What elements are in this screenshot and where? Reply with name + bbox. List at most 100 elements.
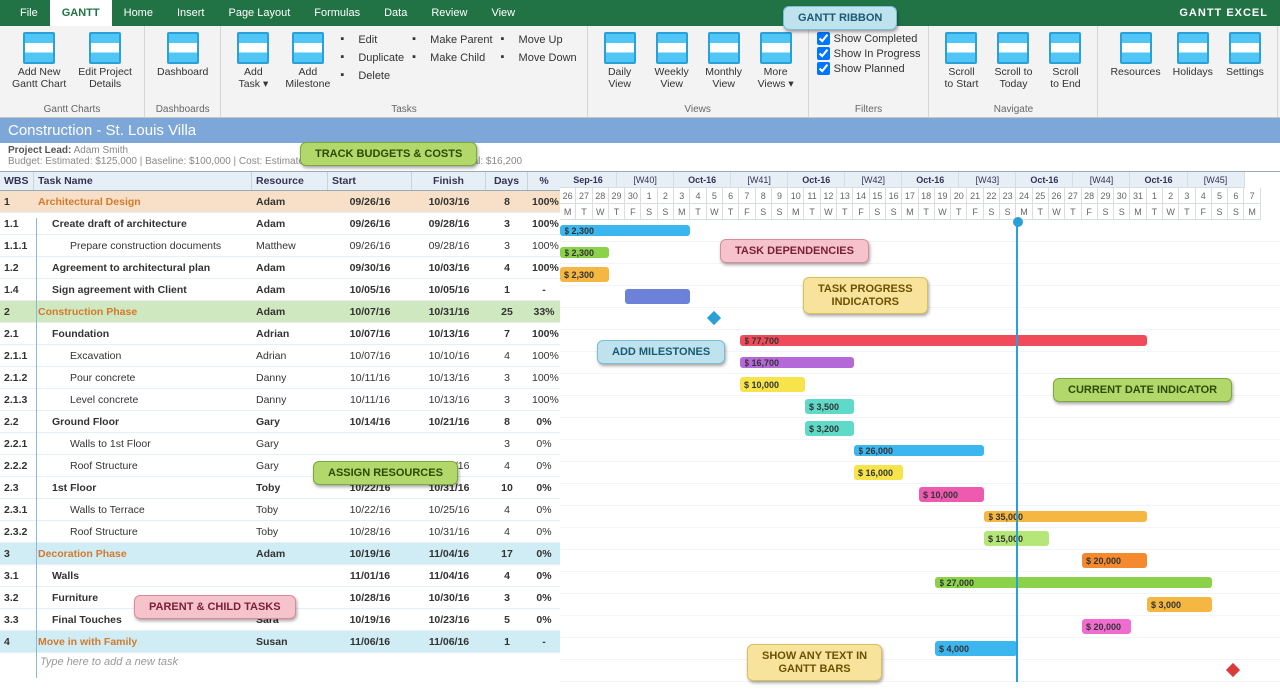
filter-show-planned[interactable]: Show Planned <box>817 62 921 75</box>
gantt-bar[interactable]: $ 16,700 <box>740 357 854 368</box>
task-row[interactable]: 3Decoration PhaseAdam10/19/1611/04/16170… <box>0 543 560 565</box>
task-name: Walls to 1st Floor <box>34 438 252 450</box>
milestone-diamond[interactable] <box>707 311 721 325</box>
gantt-bar[interactable]: $ 20,000 <box>1082 553 1147 568</box>
gantt-bar[interactable]: $ 77,700 <box>740 335 1147 346</box>
task-row[interactable]: 2.1FoundationAdrian10/07/1610/13/167100% <box>0 323 560 345</box>
task-row[interactable]: 2.3.2Roof StructureToby10/28/1610/31/164… <box>0 521 560 543</box>
task-resource: Adam <box>252 548 328 560</box>
gantt-bar[interactable]: $ 10,000 <box>740 377 805 392</box>
gantt-bar[interactable]: $ 2,300 <box>560 247 609 258</box>
task-pct: 100% <box>528 350 560 362</box>
ribbon-scroll-to-end[interactable]: Scrollto End <box>1041 30 1089 92</box>
col-task-name[interactable]: Task Name <box>34 172 252 190</box>
task-row[interactable]: 2Construction PhaseAdam10/07/1610/31/162… <box>0 301 560 323</box>
task-start: 10/05/16 <box>328 284 412 296</box>
task-row[interactable]: 3.1Walls11/01/1611/04/1640% <box>0 565 560 587</box>
col-start[interactable]: Start <box>328 172 412 190</box>
ribbon-dashboard[interactable]: Dashboard <box>153 30 212 80</box>
menu-formulas[interactable]: Formulas <box>302 0 372 26</box>
ribbon-scroll-to-today[interactable]: Scroll toToday <box>989 30 1037 92</box>
gantt-bar[interactable]: $ 27,000 <box>935 577 1212 588</box>
ribbon-daily-view[interactable]: DailyView <box>596 30 644 92</box>
task-row[interactable]: 1Architectural DesignAdam09/26/1610/03/1… <box>0 191 560 213</box>
menu-home[interactable]: Home <box>112 0 165 26</box>
task-row[interactable]: 2.1.1ExcavationAdrian10/07/1610/10/16410… <box>0 345 560 367</box>
task-row[interactable]: 1.1.1Prepare construction documentsMatth… <box>0 235 560 257</box>
menu-page layout[interactable]: Page Layout <box>216 0 302 26</box>
menu-data[interactable]: Data <box>372 0 419 26</box>
gantt-bar[interactable]: $ 3,500 <box>805 399 854 414</box>
task-resource: Adam <box>252 284 328 296</box>
menu-review[interactable]: Review <box>419 0 479 26</box>
task-row[interactable]: 2.31st FloorToby10/22/1610/31/16100% <box>0 477 560 499</box>
task-row[interactable]: 1.1Create draft of architectureAdam09/26… <box>0 213 560 235</box>
filter-show-completed[interactable]: Show Completed <box>817 32 921 45</box>
task-row[interactable]: 2.1.2Pour concreteDanny10/11/1610/13/163… <box>0 367 560 389</box>
task-row[interactable]: 1.4Sign agreement with ClientAdam10/05/1… <box>0 279 560 301</box>
task-resource: Toby <box>252 482 328 494</box>
ribbon-more-views-▾[interactable]: MoreViews ▾ <box>752 30 800 92</box>
col-wbs[interactable]: WBS <box>0 172 34 190</box>
gantt-bar[interactable]: $ 20,000 <box>1082 619 1131 634</box>
task-name: Prepare construction documents <box>34 240 252 252</box>
task-row[interactable]: 2.2.2Roof StructureGary10/18/1610/21/164… <box>0 455 560 477</box>
ribbon-add-task-▾[interactable]: AddTask ▾ <box>229 30 277 92</box>
ribbon-scroll-to-start[interactable]: Scrollto Start <box>937 30 985 92</box>
milestone-diamond[interactable] <box>1226 663 1240 677</box>
gantt-bar[interactable]: $ 26,000 <box>854 445 984 456</box>
task-row[interactable]: 2.2.1Walls to 1st FloorGary30% <box>0 433 560 455</box>
ribbon-delete[interactable]: ▪Delete <box>338 68 406 84</box>
task-row[interactable]: 2.2Ground FloorGary10/14/1610/21/1680% <box>0 411 560 433</box>
task-pct: 100% <box>528 218 560 230</box>
menu-file[interactable]: File <box>8 0 50 26</box>
ribbon-holidays[interactable]: Holidays <box>1169 30 1217 80</box>
gantt-bar[interactable]: $ 2,300 <box>560 225 690 236</box>
task-row[interactable]: 2.3.1Walls to TerraceToby10/22/1610/25/1… <box>0 499 560 521</box>
task-pct: 0% <box>528 526 560 538</box>
task-row[interactable]: 1.2Agreement to architectural planAdam09… <box>0 257 560 279</box>
ribbon-monthly-view[interactable]: MonthlyView <box>700 30 748 92</box>
gantt-bar[interactable]: $ 3,000 <box>1147 597 1212 612</box>
button-icon <box>760 32 792 64</box>
ribbon-make-child[interactable]: ▪Make Child <box>410 50 494 66</box>
ribbon-edit-project-details[interactable]: Edit ProjectDetails <box>74 30 136 92</box>
col-resource[interactable]: Resource <box>252 172 328 190</box>
col-%[interactable]: % <box>528 172 560 190</box>
filter-show-in-progress[interactable]: Show In Progress <box>817 47 921 60</box>
ribbon-edit[interactable]: ▪Edit <box>338 32 406 48</box>
task-resource: Toby <box>252 526 328 538</box>
ribbon: Add NewGantt ChartEdit ProjectDetailsGan… <box>0 26 1280 118</box>
task-row[interactable]: 2.1.3Level concreteDanny10/11/1610/13/16… <box>0 389 560 411</box>
ribbon-settings[interactable]: Settings <box>1221 30 1269 80</box>
ribbon-resources[interactable]: Resources <box>1106 30 1164 80</box>
col-days[interactable]: Days <box>486 172 528 190</box>
gantt-bar[interactable]: $ 10,000 <box>919 487 984 502</box>
col-finish[interactable]: Finish <box>412 172 486 190</box>
ribbon-move-down[interactable]: ▪Move Down <box>499 50 579 66</box>
task-row[interactable]: 3.2Furniture10/28/1610/30/1630% <box>0 587 560 609</box>
ribbon-add-milestone[interactable]: AddMilestone <box>281 30 334 92</box>
gantt-bar[interactable]: $ 16,000 <box>854 465 903 480</box>
gantt-bar[interactable]: $ 4,000 <box>935 641 1017 656</box>
menu-gantt[interactable]: GANTT <box>50 0 112 26</box>
mini-icon: ▪ <box>412 51 426 65</box>
gantt-bar[interactable]: $ 35,000 <box>984 511 1147 522</box>
ribbon-weekly-view[interactable]: WeeklyView <box>648 30 696 92</box>
ribbon-add-new-gantt-chart[interactable]: Add NewGantt Chart <box>8 30 70 92</box>
ribbon-make-parent[interactable]: ▪Make Parent <box>410 32 494 48</box>
task-finish: 11/04/16 <box>412 570 486 582</box>
add-task-placeholder[interactable]: Type here to add a new task <box>0 653 560 671</box>
gantt-bar[interactable] <box>625 289 690 304</box>
task-start: 10/07/16 <box>328 306 412 318</box>
task-days: 3 <box>486 240 528 252</box>
task-resource: Sara <box>252 614 328 626</box>
task-row[interactable]: 3.3Final TouchesSara10/19/1610/23/1650% <box>0 609 560 631</box>
task-row[interactable]: 4Move in with FamilySusan11/06/1611/06/1… <box>0 631 560 653</box>
menu-insert[interactable]: Insert <box>165 0 217 26</box>
gantt-bar[interactable]: $ 3,200 <box>805 421 854 436</box>
ribbon-duplicate[interactable]: ▪Duplicate <box>338 50 406 66</box>
ribbon-move-up[interactable]: ▪Move Up <box>499 32 579 48</box>
menu-view[interactable]: View <box>479 0 527 26</box>
gantt-bar[interactable]: $ 2,300 <box>560 267 609 282</box>
